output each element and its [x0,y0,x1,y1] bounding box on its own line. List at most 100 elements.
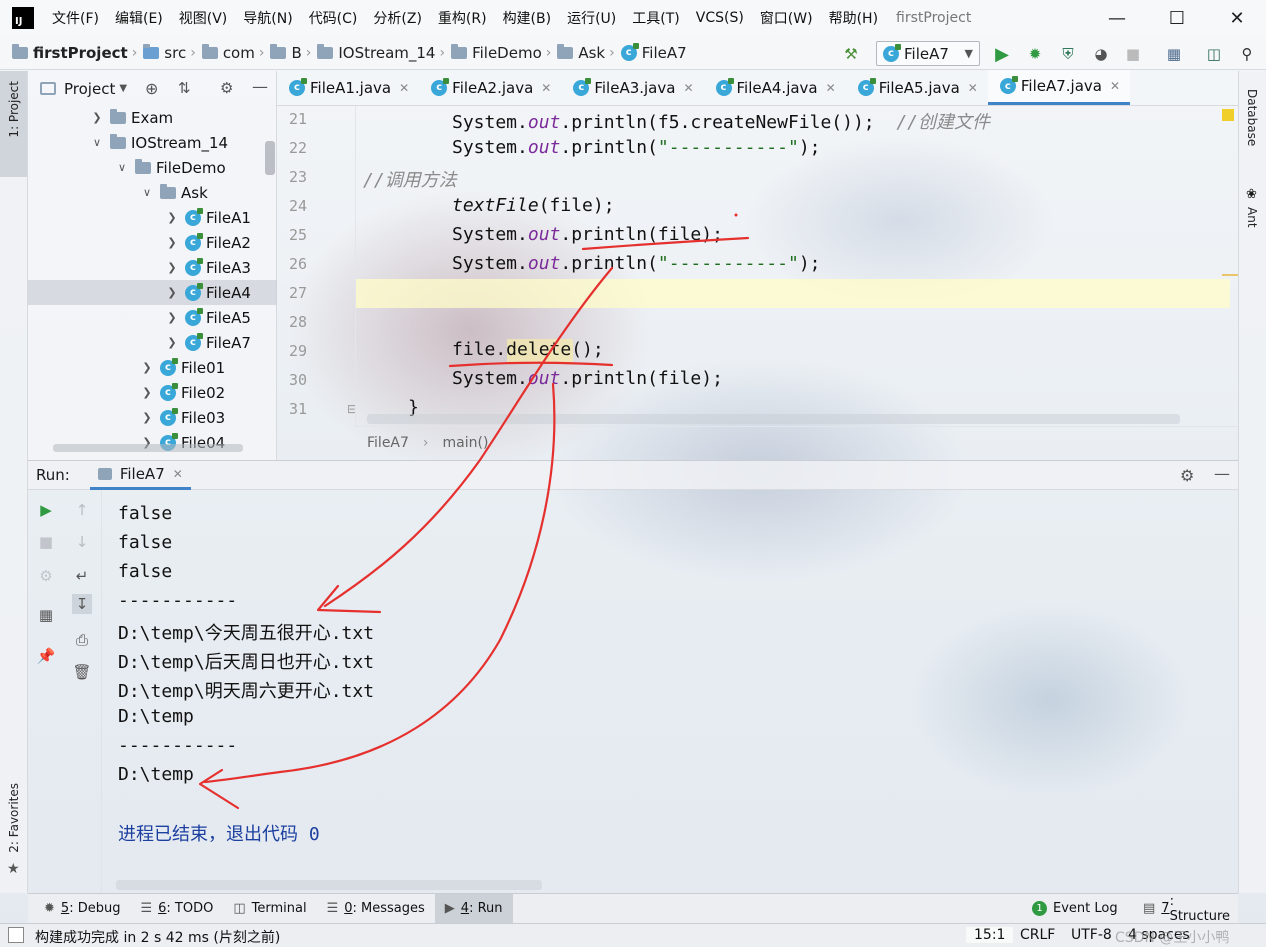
menu-vcs[interactable]: VCS(S) [688,10,752,26]
run-configuration-select[interactable]: c FileA7 ▼ [876,41,980,66]
gear-icon[interactable]: ⚙ [220,79,233,97]
close-tab-icon[interactable]: ✕ [826,81,836,95]
project-structure-icon[interactable]: ▦ [1163,43,1185,65]
crumb-b[interactable]: B › [270,43,311,62]
crumb-com[interactable]: com › [201,43,264,62]
code-line-30[interactable]: System.out.println(file); [452,368,723,389]
inspection-warning-icon[interactable] [1222,109,1234,121]
close-icon[interactable]: ✕ [1225,6,1249,30]
menu-view[interactable]: 视图(V) [171,8,236,28]
tool-tab-messages[interactable]: ☰ 0: Messages [317,894,435,924]
stop-icon[interactable]: ■ [36,532,56,552]
menu-analyze[interactable]: 分析(Z) [365,8,430,28]
maximize-icon[interactable]: ☐ [1165,6,1189,30]
database-tool-tab[interactable]: Database [1245,89,1259,146]
project-tool-tab[interactable]: 1: Project [0,71,27,177]
print-icon[interactable]: ⎙ [72,630,92,650]
menu-tools[interactable]: 工具(T) [624,8,687,28]
menu-navigate[interactable]: 导航(N) [235,8,300,28]
file-encoding[interactable]: UTF-8 [1071,927,1112,943]
tree-item-exam[interactable]: ❯ Exam [28,105,277,130]
arrow-down-icon[interactable]: ↓ [72,532,92,552]
tab-filea5[interactable]: c FileA5.java ✕ [846,70,988,105]
hide-panel-icon[interactable]: — [1214,464,1230,483]
hide-panel-icon[interactable]: — [252,77,268,96]
profiler-icon[interactable]: ◕ [1090,43,1112,65]
settings-icon[interactable]: ⚙ [36,566,56,586]
breadcrumb-class[interactable]: FileA7 [367,435,409,451]
tool-windows-icon[interactable] [8,927,24,943]
tab-filea1[interactable]: c FileA1.java ✕ [277,70,419,105]
close-tab-icon[interactable]: ✕ [173,467,183,481]
menu-refactor[interactable]: 重构(R) [430,8,495,28]
gear-icon[interactable]: ⚙ [1180,466,1194,485]
crumb-ask[interactable]: Ask › [557,43,615,62]
tree-item-file01[interactable]: ❯ c File01 [28,355,277,380]
line-separator[interactable]: CRLF [1020,927,1055,943]
tree-item-file02[interactable]: ❯ c File02 [28,380,277,405]
menu-run[interactable]: 运行(U) [559,8,624,28]
code-line-23[interactable]: //调用方法 [363,166,457,192]
favorites-tool-tab[interactable]: 2: Favorites [7,783,21,853]
tab-filea2[interactable]: c FileA2.java ✕ [419,70,561,105]
tree-scrollbar[interactable] [265,141,275,175]
tool-tab-todo[interactable]: ☰ 6: TODO [130,894,223,924]
tree-horizontal-scrollbar[interactable] [53,444,243,452]
tool-tab-event-log[interactable]: 1 Event Log [1022,894,1128,924]
crumb-iostream[interactable]: IOStream_14 › [317,43,445,62]
menu-file[interactable]: 文件(F) [44,8,107,28]
soft-wrap-icon[interactable]: ↵ [72,566,92,586]
tool-tab-debug[interactable]: ✹ 5: Debug [34,894,130,924]
code-line-25[interactable]: System.out.println(file); [452,224,723,245]
crumb-filea7[interactable]: c FileA7 [620,42,687,62]
collapse-all-icon[interactable]: ⇅ [178,79,191,97]
stop-icon[interactable]: ■ [1122,43,1144,65]
rerun-icon[interactable]: ▶ [36,500,56,520]
close-tab-icon[interactable]: ✕ [968,81,978,95]
menu-code[interactable]: 代码(C) [301,8,366,28]
minimize-icon[interactable]: — [1105,6,1129,30]
tree-item-filea2[interactable]: ❯ c FileA2 [28,230,277,255]
run-icon[interactable]: ▶ [991,43,1013,65]
caret-position[interactable]: 15:1 [966,927,1014,943]
code-line-26[interactable]: System.out.println("-----------"); [452,253,821,274]
close-tab-icon[interactable]: ✕ [1110,79,1120,93]
run-tab-filea7[interactable]: FileA7 ✕ [89,460,191,490]
tool-tab-structure[interactable]: ▤ 7: Structure [1133,894,1240,924]
menu-window[interactable]: 窗口(W) [752,8,821,28]
project-view-select[interactable]: Project [64,80,115,98]
scroll-to-end-icon[interactable]: ↧ [72,594,92,614]
crumb-filedemo[interactable]: FileDemo › [451,43,551,62]
code-line-29[interactable]: file.delete(); [452,339,604,360]
tree-item-filea5[interactable]: ❯ c FileA5 [28,305,277,330]
arrow-up-icon[interactable]: ↑ [72,500,92,520]
crumb-src[interactable]: src › [143,43,196,62]
console-horizontal-scrollbar[interactable] [116,880,542,890]
tool-tab-run[interactable]: ▶ 4: Run [434,893,513,924]
editor-horizontal-scrollbar[interactable] [367,414,1180,424]
tree-item-filea4[interactable]: ❯ c FileA4 [28,280,277,305]
tree-item-filedemo[interactable]: ∨ FileDemo [28,155,277,180]
tree-item-filea7[interactable]: ❯ c FileA7 [28,330,277,355]
menu-build[interactable]: 构建(B) [495,8,560,28]
tab-filea4[interactable]: c FileA4.java ✕ [704,70,846,105]
layout-icon[interactable]: ▦ [36,605,56,625]
menu-edit[interactable]: 编辑(E) [107,8,171,28]
tree-item-iostream[interactable]: ∨ IOStream_14 [28,130,277,155]
search-icon[interactable]: ⚲ [1236,43,1258,65]
terminal-window-icon[interactable]: ◫ [1203,43,1225,65]
build-hammer-icon[interactable]: ⚒ [840,43,862,65]
status-message[interactable]: 构建成功完成 in 2 s 42 ms (片刻之前) [35,927,280,947]
code-line-24[interactable]: textFile(file); [452,195,615,216]
menu-help[interactable]: 帮助(H) [821,8,886,28]
breadcrumb-method[interactable]: main() [443,435,489,451]
code-line-22[interactable]: System.out.println("-----------"); [452,137,821,158]
tool-tab-terminal[interactable]: ◫ Terminal [223,894,316,924]
close-tab-icon[interactable]: ✕ [399,81,409,95]
tab-filea3[interactable]: c FileA3.java ✕ [561,70,703,105]
pin-icon[interactable]: 📌 [36,646,56,666]
tree-item-filea1[interactable]: ❯ c FileA1 [28,205,277,230]
tree-item-file03[interactable]: ❯ c File03 [28,405,277,430]
debug-icon[interactable]: ✹ [1024,43,1046,65]
code-line-21[interactable]: System.out.println(f5.createNewFile()); … [452,108,990,134]
